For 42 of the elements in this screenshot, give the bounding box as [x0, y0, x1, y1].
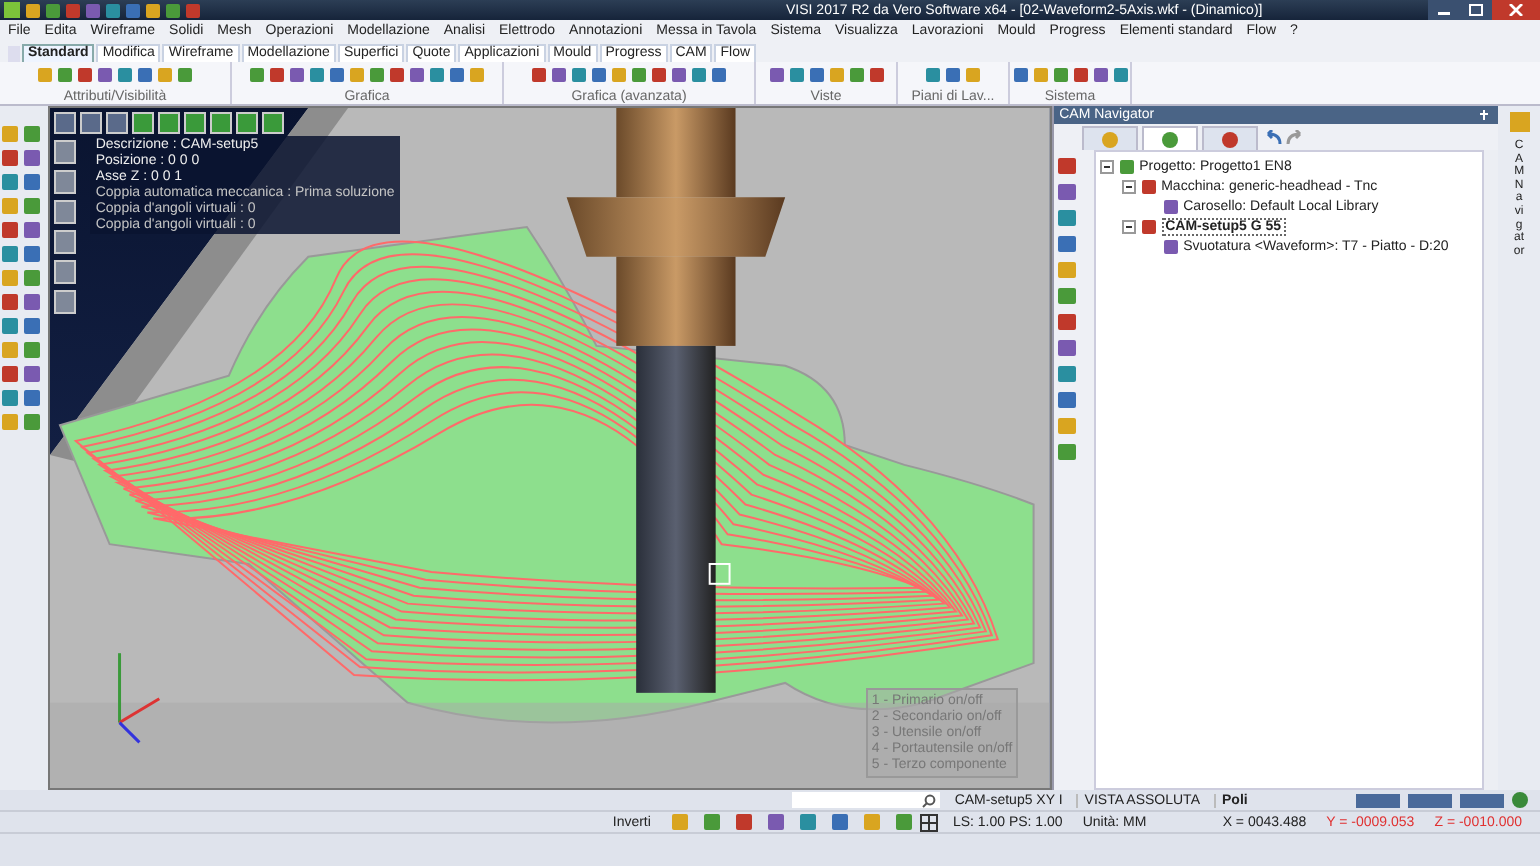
view-icon[interactable]	[79, 112, 102, 134]
display-mode-icon[interactable]	[53, 290, 76, 314]
view-icon[interactable]	[157, 112, 180, 134]
status-button[interactable]	[1408, 793, 1452, 807]
display-mode-icon[interactable]	[53, 140, 76, 164]
tree-node-icon	[1119, 159, 1134, 173]
panel-tab[interactable]	[1201, 126, 1258, 150]
pin-icon[interactable]	[1476, 107, 1493, 123]
display-mode-icon[interactable]	[53, 170, 76, 194]
app-logo-icon	[4, 2, 20, 18]
view-icon[interactable]	[183, 112, 206, 134]
display-mode-icon[interactable]	[53, 200, 76, 224]
redo-icon[interactable]	[1285, 130, 1306, 146]
grid-icon[interactable]	[920, 813, 939, 831]
minimize-button[interactable]	[1428, 0, 1460, 20]
collapse-toggle[interactable]	[1121, 219, 1136, 233]
panel-tab[interactable]	[1141, 126, 1198, 150]
panel-icon[interactable]	[1509, 112, 1530, 132]
view-icon[interactable]	[235, 112, 258, 134]
tree-node-icon	[1163, 239, 1178, 253]
collapse-toggle[interactable]	[1099, 159, 1114, 173]
maximize-icon	[1468, 4, 1484, 16]
status-button[interactable]	[1356, 793, 1400, 807]
undo-icon[interactable]	[1261, 130, 1282, 146]
view-icon[interactable]	[53, 112, 76, 134]
tree-node-icon	[1141, 219, 1156, 233]
view-icon[interactable]	[105, 112, 128, 134]
view-icon[interactable]	[131, 112, 154, 134]
status-button[interactable]	[1460, 793, 1504, 807]
collapse-toggle[interactable]	[1121, 179, 1136, 193]
view-icon[interactable]	[261, 112, 284, 134]
display-mode-icon[interactable]	[53, 230, 76, 254]
display-mode-icon[interactable]	[53, 260, 76, 284]
close-icon	[1508, 4, 1524, 16]
view-icon[interactable]	[209, 112, 232, 134]
search-icon	[922, 793, 937, 807]
search-field[interactable]	[792, 792, 941, 808]
tree-node-icon	[1163, 199, 1178, 213]
close-button[interactable]	[1492, 0, 1540, 20]
maximize-button[interactable]	[1460, 0, 1492, 20]
scrollbar[interactable]	[1484, 150, 1499, 790]
tree-node-icon	[1141, 179, 1156, 193]
